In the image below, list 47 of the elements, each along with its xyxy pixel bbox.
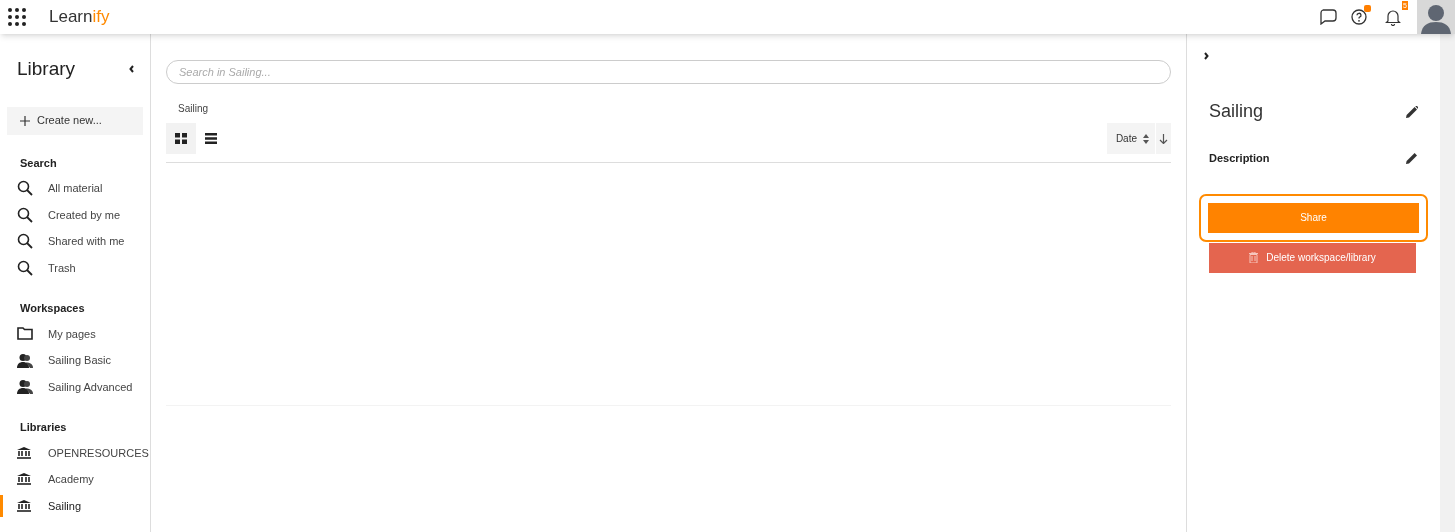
sidebar-item[interactable]: OPENRESOURCES xyxy=(48,444,149,461)
search-icon xyxy=(17,233,33,250)
sort-control[interactable]: Date xyxy=(1106,123,1171,154)
sidebar-item[interactable]: Trash xyxy=(48,259,76,276)
sidebar-title: Library xyxy=(17,57,76,81)
search-field[interactable]: Search in Sailing... xyxy=(166,60,1171,84)
institution-icon xyxy=(17,446,31,459)
create-new-button[interactable]: Create new... xyxy=(7,106,143,135)
collapse-icon[interactable] xyxy=(129,65,134,74)
sort-icon[interactable] xyxy=(1143,133,1149,144)
detail-title: Sailing xyxy=(1209,100,1264,123)
description-label: Description xyxy=(1209,151,1270,166)
breadcrumb[interactable]: Sailing xyxy=(178,101,1171,116)
apps-grid-icon[interactable] xyxy=(8,8,26,26)
help-icon[interactable] xyxy=(1351,9,1367,25)
bell-icon[interactable] xyxy=(1385,8,1401,26)
people-icon xyxy=(17,352,33,368)
sidebar-item[interactable]: Academy xyxy=(48,471,94,488)
institution-icon xyxy=(17,473,31,486)
sidebar-item[interactable]: Shared with me xyxy=(48,233,125,250)
expand-icon[interactable] xyxy=(1204,52,1209,60)
sidebar-item[interactable]: Created by me xyxy=(48,206,121,223)
section-heading: Workspaces xyxy=(20,301,86,316)
sort-direction-icon[interactable] xyxy=(1159,133,1168,144)
search-icon xyxy=(17,180,33,197)
app-logo: Learnify xyxy=(49,6,110,29)
chat-icon[interactable] xyxy=(1319,9,1337,25)
search-icon xyxy=(17,206,33,223)
sidebar-item[interactable]: Sailing Advanced xyxy=(48,378,133,395)
sidebar-item[interactable]: My pages xyxy=(48,325,96,342)
folder-icon xyxy=(17,327,33,341)
search-icon xyxy=(17,259,33,276)
list-view-icon xyxy=(205,133,217,144)
institution-icon xyxy=(17,499,31,512)
trash-icon xyxy=(1249,252,1259,263)
section-heading: Search xyxy=(20,155,58,171)
section-heading: Libraries xyxy=(20,420,68,435)
plus-icon xyxy=(20,115,30,126)
sidebar-item[interactable]: Sailing xyxy=(48,497,82,514)
grid-view-button[interactable] xyxy=(166,123,196,154)
sidebar-item[interactable]: All material xyxy=(48,180,103,197)
edit-icon[interactable] xyxy=(1406,105,1418,118)
people-icon xyxy=(17,379,33,395)
grid-view-icon xyxy=(175,133,187,144)
edit-icon[interactable] xyxy=(1406,152,1418,165)
sidebar-item[interactable]: Sailing Basic xyxy=(48,352,111,369)
user-avatar[interactable] xyxy=(1417,0,1455,34)
